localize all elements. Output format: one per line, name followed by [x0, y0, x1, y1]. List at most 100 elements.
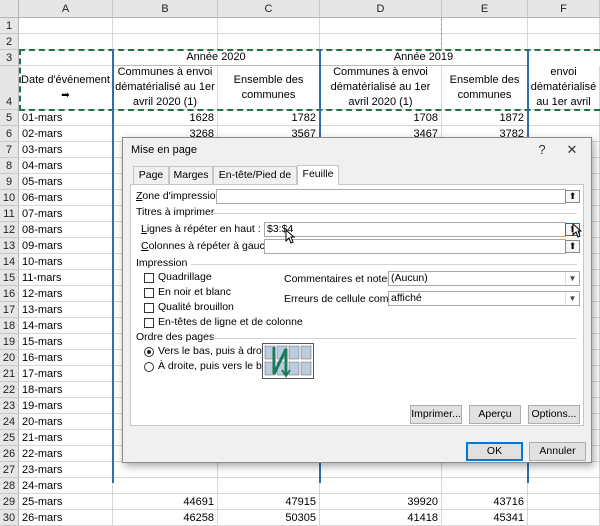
row-header[interactable]: 11 [0, 206, 19, 222]
row-header[interactable]: 1 [0, 18, 19, 34]
options-button[interactable]: Options... [528, 405, 580, 424]
row-header[interactable]: 3 [0, 50, 19, 66]
tab-feuille[interactable]: Feuille [297, 165, 339, 185]
value-cell[interactable]: 39920 [320, 494, 442, 510]
date-cell[interactable]: 08-mars [19, 222, 113, 238]
value-cell[interactable]: 1708 [320, 110, 442, 126]
row-header[interactable]: 6 [0, 126, 19, 142]
cancel-button[interactable]: Annuler [529, 442, 586, 461]
date-cell[interactable]: 26-mars [19, 510, 113, 526]
preview-button[interactable]: Aperçu [469, 405, 521, 424]
value-cell[interactable]: 1872 [442, 110, 528, 126]
value-cell[interactable] [442, 462, 528, 478]
checkbox-en-tetes[interactable] [144, 318, 154, 328]
row-header[interactable]: 16 [0, 286, 19, 302]
empty-cell[interactable] [218, 34, 320, 50]
date-cell[interactable]: 06-mars [19, 190, 113, 206]
row-header[interactable]: 4 [0, 66, 19, 110]
date-cell[interactable]: 17-mars [19, 366, 113, 382]
print-button[interactable]: Imprimer... [410, 405, 462, 424]
row-header[interactable]: 26 [0, 446, 19, 462]
date-cell[interactable]: 09-mars [19, 238, 113, 254]
value-cell[interactable]: 50305 [218, 510, 320, 526]
row-header[interactable]: 8 [0, 158, 19, 174]
row-header[interactable]: 15 [0, 270, 19, 286]
date-cell[interactable]: 23-mars [19, 462, 113, 478]
row-header[interactable]: 9 [0, 174, 19, 190]
row-header[interactable]: 18 [0, 318, 19, 334]
errors-select[interactable]: affiché ▼ [388, 291, 580, 306]
row-header[interactable]: 27 [0, 462, 19, 478]
row-header[interactable]: 29 [0, 494, 19, 510]
date-cell[interactable]: 19-mars [19, 398, 113, 414]
collapse-dialog-icon[interactable]: ⬆ [565, 240, 580, 253]
row-header[interactable]: 7 [0, 142, 19, 158]
row-header[interactable]: 10 [0, 190, 19, 206]
date-cell[interactable]: 18-mars [19, 382, 113, 398]
row-header[interactable]: 19 [0, 334, 19, 350]
empty-cell[interactable] [113, 34, 218, 50]
row-header[interactable]: 5 [0, 110, 19, 126]
value-cell[interactable] [528, 110, 600, 126]
row-header[interactable]: 17 [0, 302, 19, 318]
tab-marges[interactable]: Marges [169, 166, 213, 184]
row-header[interactable]: 20 [0, 350, 19, 366]
date-cell[interactable]: 04-mars [19, 158, 113, 174]
value-cell[interactable] [320, 462, 442, 478]
date-cell[interactable]: 03-mars [19, 142, 113, 158]
radio-down-then-right[interactable] [144, 347, 154, 357]
date-cell[interactable]: 13-mars [19, 302, 113, 318]
date-cell[interactable]: 05-mars [19, 174, 113, 190]
print-area-input[interactable] [216, 189, 566, 204]
value-cell[interactable] [113, 478, 218, 494]
empty-cell[interactable] [528, 18, 600, 34]
empty-cell[interactable] [19, 18, 113, 34]
date-cell[interactable]: 24-mars [19, 478, 113, 494]
date-cell[interactable]: 20-mars [19, 414, 113, 430]
collapse-dialog-icon[interactable]: ⬆ [565, 190, 580, 203]
value-cell[interactable]: 41418 [320, 510, 442, 526]
date-cell[interactable]: 21-mars [19, 430, 113, 446]
select-all-corner[interactable] [0, 0, 19, 18]
column-header-c[interactable]: C [218, 0, 320, 18]
date-cell[interactable]: 22-mars [19, 446, 113, 462]
row-header[interactable]: 22 [0, 382, 19, 398]
date-cell[interactable]: 02-mars [19, 126, 113, 142]
value-cell[interactable]: 44691 [113, 494, 218, 510]
row-header[interactable]: 28 [0, 478, 19, 494]
help-button[interactable]: ? [529, 138, 555, 162]
date-cell[interactable]: 14-mars [19, 318, 113, 334]
row-header[interactable]: 30 [0, 510, 19, 526]
value-cell[interactable] [528, 494, 600, 510]
row-header[interactable]: 25 [0, 430, 19, 446]
empty-cell[interactable] [320, 18, 442, 34]
comments-select[interactable]: (Aucun) ▼ [388, 271, 580, 286]
row-header[interactable]: 12 [0, 222, 19, 238]
date-cell[interactable]: 10-mars [19, 254, 113, 270]
cols-repeat-input[interactable] [264, 239, 566, 254]
value-cell[interactable] [442, 478, 528, 494]
empty-cell[interactable] [528, 34, 600, 50]
column-header-f[interactable]: F [528, 0, 600, 18]
tab-en-tete-pied[interactable]: En-tête/Pied de page [213, 166, 297, 198]
date-cell[interactable]: 11-mars [19, 270, 113, 286]
column-header-d[interactable]: D [320, 0, 442, 18]
empty-cell[interactable] [218, 18, 320, 34]
date-cell[interactable]: 16-mars [19, 350, 113, 366]
tab-page[interactable]: Page [133, 166, 169, 184]
radio-right-then-down[interactable] [144, 362, 154, 372]
checkbox-noir-blanc[interactable] [144, 288, 154, 298]
empty-cell[interactable] [442, 18, 528, 34]
value-cell[interactable] [218, 478, 320, 494]
value-cell[interactable] [528, 462, 600, 478]
column-header-b[interactable]: B [113, 0, 218, 18]
value-cell[interactable]: 47915 [218, 494, 320, 510]
value-cell[interactable]: 46258 [113, 510, 218, 526]
value-cell[interactable]: 1782 [218, 110, 320, 126]
checkbox-quadrillage[interactable] [144, 273, 154, 283]
value-cell[interactable] [528, 510, 600, 526]
empty-cell[interactable] [320, 34, 442, 50]
value-cell[interactable] [218, 462, 320, 478]
value-cell[interactable] [113, 462, 218, 478]
date-cell[interactable]: 07-mars [19, 206, 113, 222]
